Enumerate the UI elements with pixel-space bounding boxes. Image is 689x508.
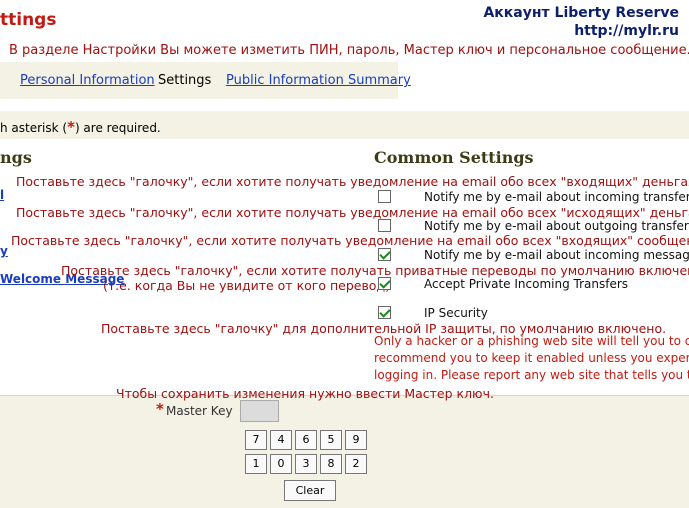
- required-note: h asterisk (*) are required.: [0, 118, 161, 136]
- master-key-panel: [0, 395, 689, 508]
- account-banner: Аккаунт Liberty Reserve http://mylr.ru: [483, 4, 679, 40]
- tab-public-information-summary[interactable]: Public Information Summary: [226, 73, 411, 88]
- account-url: http://mylr.ru: [574, 23, 679, 39]
- ip-warning-line-3: logging in. Please report any web site t…: [374, 368, 689, 382]
- master-key-asterisk: *: [156, 400, 164, 418]
- keypad-key-4[interactable]: 4: [270, 430, 292, 450]
- hint-private-transfers: Поставьте здесь "галочку", если хотите п…: [61, 263, 689, 278]
- account-name: Аккаунт Liberty Reserve: [483, 5, 679, 21]
- master-key-label: Master Key: [166, 404, 233, 418]
- clear-button[interactable]: Clear: [284, 480, 336, 501]
- common-settings-heading: Common Settings: [374, 148, 534, 167]
- incoming-messages-checkbox[interactable]: [378, 248, 391, 261]
- hint-incoming-transfers: Поставьте здесь "галочку", если хотите п…: [16, 174, 689, 189]
- left-link-fragment-2[interactable]: y: [0, 244, 8, 258]
- intro-text: В разделе Настройки Вы можете изметить П…: [9, 43, 689, 58]
- hint-outgoing-transfers: Поставьте здесь "галочку", если хотите п…: [16, 205, 689, 220]
- save-hint: Чтобы сохранить изменения нужно ввести М…: [116, 386, 494, 401]
- page-title: ttings: [0, 10, 57, 30]
- required-asterisk: *: [67, 118, 75, 136]
- private-transfers-label: Accept Private Incoming Transfers: [424, 277, 629, 291]
- keypad-key-2[interactable]: 2: [345, 454, 367, 474]
- keypad-key-7[interactable]: 7: [245, 430, 267, 450]
- ip-warning-line-1: Only a hacker or a phishing web site wil…: [374, 334, 689, 348]
- master-key-input[interactable]: [240, 400, 279, 422]
- hint-incoming-messages: Поставьте здесь "галочку", если хотите п…: [11, 233, 689, 248]
- incoming-transfers-label: Notify me by e-mail about incoming trans…: [424, 190, 689, 204]
- outgoing-transfers-label: Notify me by e-mail about outgoing trans…: [424, 219, 689, 233]
- tab-personal-information[interactable]: Personal Information: [20, 73, 155, 88]
- outgoing-transfers-checkbox[interactable]: [378, 219, 391, 232]
- keypad-key-5[interactable]: 5: [320, 430, 342, 450]
- hint-private-transfers-note: (т.е. когда Вы не увидите от кого перево…: [103, 278, 390, 293]
- ip-warning-line-2: recommend you to keep it enabled unless …: [374, 351, 689, 365]
- keypad-key-1[interactable]: 1: [245, 454, 267, 474]
- keypad-key-3[interactable]: 3: [295, 454, 317, 474]
- keypad-key-8[interactable]: 8: [320, 454, 342, 474]
- left-section-heading: ngs: [0, 148, 32, 167]
- tab-settings[interactable]: Settings: [158, 73, 211, 88]
- keypad-key-6[interactable]: 6: [295, 430, 317, 450]
- left-link-fragment-1[interactable]: l: [0, 188, 4, 202]
- keypad-key-0[interactable]: 0: [270, 454, 292, 474]
- private-transfers-checkbox[interactable]: [378, 277, 391, 290]
- incoming-transfers-checkbox[interactable]: [378, 190, 391, 203]
- keypad-key-9[interactable]: 9: [345, 430, 367, 450]
- ip-security-checkbox[interactable]: [378, 306, 391, 319]
- incoming-messages-label: Notify me by e-mail about incoming messa…: [424, 248, 689, 262]
- ip-security-label: IP Security: [424, 306, 488, 320]
